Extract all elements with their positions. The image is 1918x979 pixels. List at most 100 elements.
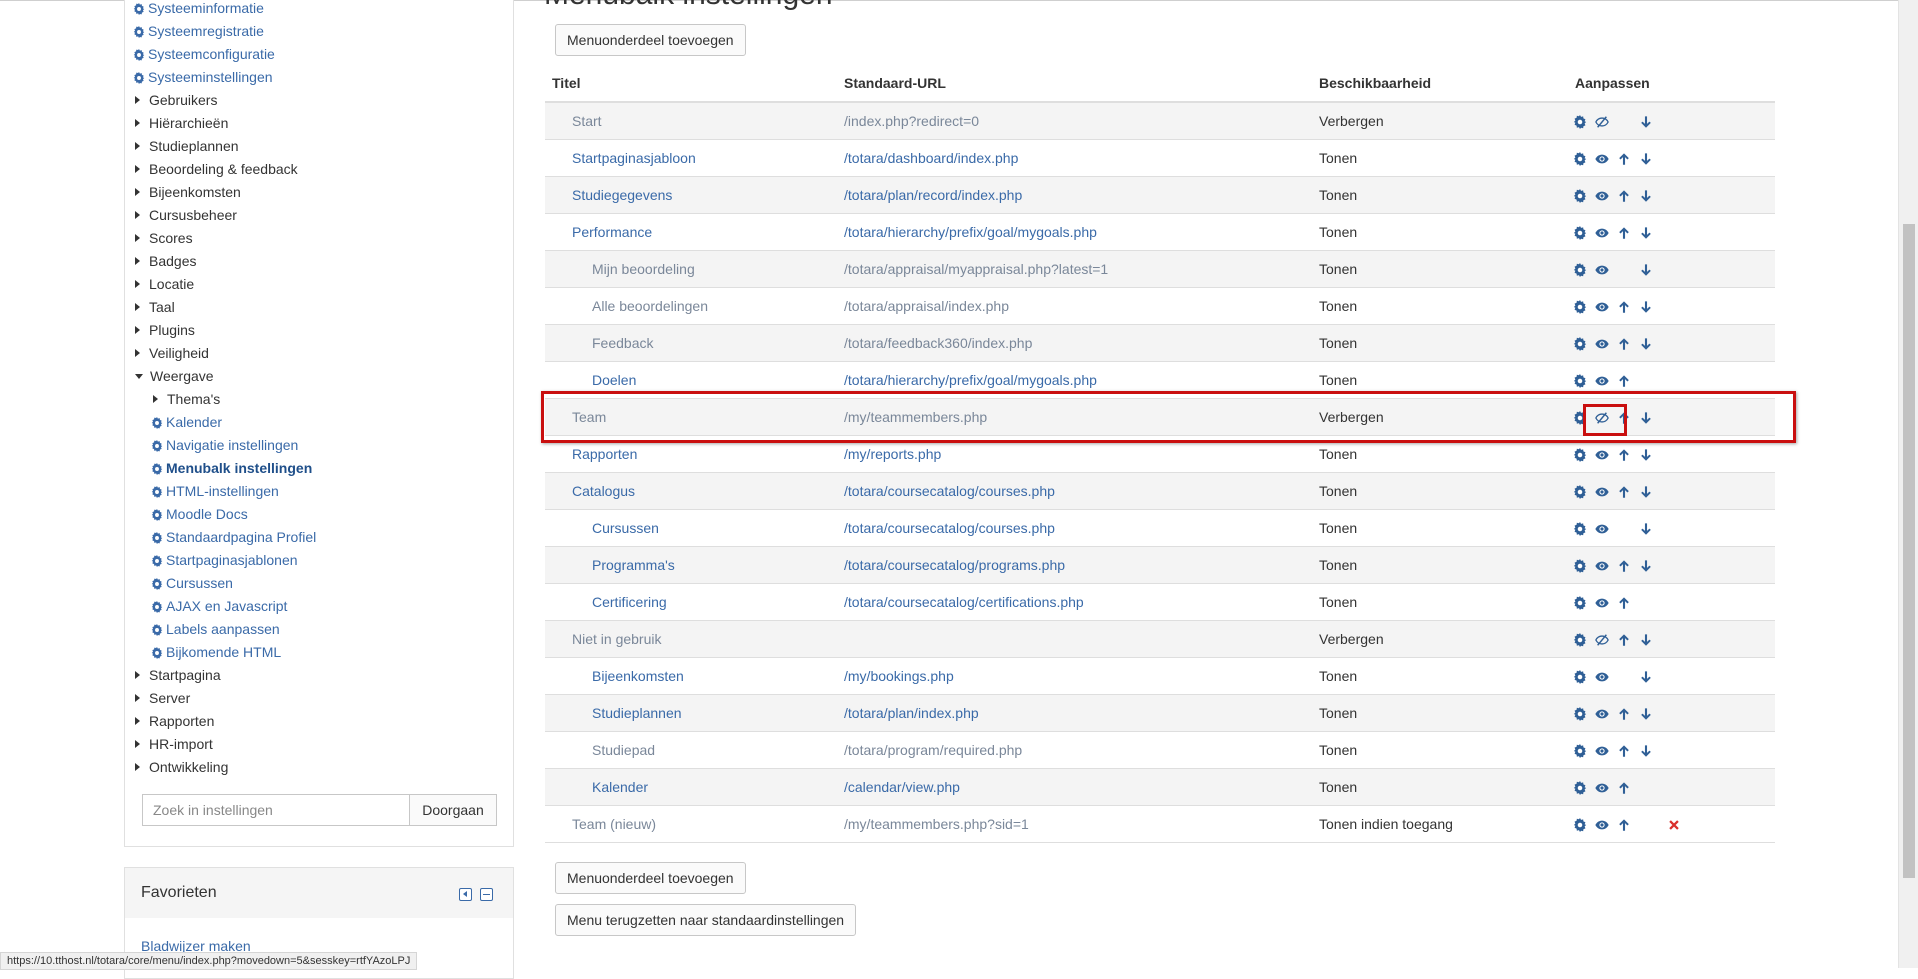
eye-icon[interactable] — [1595, 448, 1609, 462]
sidebar-item[interactable]: Labels aanpassen — [151, 618, 280, 640]
arrow-down-icon[interactable] — [1639, 633, 1653, 647]
menu-item-title[interactable]: Start — [572, 103, 602, 139]
arrow-down-icon[interactable] — [1639, 337, 1653, 351]
sidebar-item[interactable]: Taal — [135, 296, 175, 318]
menu-item-url[interactable]: /my/teammembers.php?sid=1 — [844, 806, 1029, 842]
menu-item-url[interactable]: /totara/coursecatalog/programs.php — [844, 547, 1065, 583]
eye-icon[interactable] — [1595, 744, 1609, 758]
menu-item-title[interactable]: Catalogus — [572, 473, 635, 509]
sidebar-item[interactable]: Bijkomende HTML — [151, 641, 281, 663]
menu-item-url[interactable]: /totara/coursecatalog/certifications.php — [844, 584, 1084, 620]
menu-item-title[interactable]: Programma's — [592, 547, 675, 583]
reset-menu-button[interactable]: Menu terugzetten naar standaardinstellin… — [555, 904, 857, 936]
arrow-up-icon[interactable] — [1617, 559, 1631, 573]
arrow-up-icon[interactable] — [1617, 374, 1631, 388]
menu-item-title[interactable]: Studiepad — [592, 732, 655, 768]
sidebar-item[interactable]: Systeeminstellingen — [133, 66, 273, 88]
menu-item-url[interactable]: /totara/appraisal/myappraisal.php?latest… — [844, 251, 1108, 287]
menu-item-title[interactable]: Kalender — [592, 769, 648, 805]
eye-icon[interactable] — [1595, 189, 1609, 203]
eye-icon[interactable] — [1595, 781, 1609, 795]
gear-icon[interactable] — [1573, 781, 1587, 795]
eye-icon[interactable] — [1595, 337, 1609, 351]
sidebar-item[interactable]: Ontwikkeling — [135, 756, 228, 778]
scrollbar-thumb[interactable] — [1903, 224, 1915, 878]
dock-icon[interactable] — [458, 888, 472, 901]
arrow-down-icon[interactable] — [1639, 152, 1653, 166]
menu-item-title[interactable]: Team (nieuw) — [572, 806, 656, 842]
gear-icon[interactable] — [1573, 152, 1587, 166]
gear-icon[interactable] — [1573, 374, 1587, 388]
arrow-up-icon[interactable] — [1617, 744, 1631, 758]
menu-item-url[interactable]: /totara/plan/index.php — [844, 695, 979, 731]
menu-item-title[interactable]: Mijn beoordeling — [592, 251, 695, 287]
sidebar-item[interactable]: Gebruikers — [135, 89, 217, 111]
sidebar-item[interactable]: Studieplannen — [135, 135, 239, 157]
collapse-icon[interactable] — [480, 888, 493, 901]
sidebar-item[interactable]: Kalender — [151, 411, 222, 433]
menu-item-title[interactable]: Feedback — [592, 325, 653, 361]
gear-icon[interactable] — [1573, 485, 1587, 499]
arrow-down-icon[interactable] — [1639, 300, 1653, 314]
sidebar-item[interactable]: Badges — [135, 250, 196, 272]
eye-icon[interactable] — [1595, 670, 1609, 684]
arrow-up-icon[interactable] — [1617, 818, 1631, 832]
gear-icon[interactable] — [1573, 115, 1587, 129]
settings-search-button[interactable]: Doorgaan — [410, 794, 497, 826]
sidebar-item[interactable]: Standaardpagina Profiel — [151, 526, 316, 548]
eye-icon[interactable] — [1595, 596, 1609, 610]
sidebar-item[interactable]: HTML-instellingen — [151, 480, 279, 502]
menu-item-title[interactable]: Cursussen — [592, 510, 659, 546]
sidebar-item[interactable]: Moodle Docs — [151, 503, 248, 525]
gear-icon[interactable] — [1573, 818, 1587, 832]
arrow-up-icon[interactable] — [1617, 226, 1631, 240]
arrow-up-icon[interactable] — [1617, 300, 1631, 314]
gear-icon[interactable] — [1573, 633, 1587, 647]
menu-item-title[interactable]: Bijeenkomsten — [592, 658, 684, 694]
arrow-down-icon[interactable] — [1639, 744, 1653, 758]
eye-icon[interactable] — [1595, 300, 1609, 314]
gear-icon[interactable] — [1573, 522, 1587, 536]
eye-icon[interactable] — [1595, 707, 1609, 721]
arrow-up-icon[interactable] — [1617, 189, 1631, 203]
eye-icon[interactable] — [1595, 263, 1609, 277]
arrow-down-icon[interactable] — [1639, 522, 1653, 536]
arrow-up-icon[interactable] — [1617, 781, 1631, 795]
arrow-up-icon[interactable] — [1617, 707, 1631, 721]
menu-item-url[interactable]: /totara/plan/record/index.php — [844, 177, 1022, 213]
sidebar-item[interactable]: Weergave — [135, 365, 214, 387]
arrow-up-icon[interactable] — [1617, 152, 1631, 166]
menu-item-url[interactable]: /totara/feedback360/index.php — [844, 325, 1032, 361]
sidebar-item[interactable]: Cursusbeheer — [135, 204, 237, 226]
menu-item-url[interactable]: /totara/program/required.php — [844, 732, 1022, 768]
sidebar-item[interactable]: Systeemregistratie — [133, 20, 264, 42]
settings-search-input[interactable] — [142, 794, 410, 826]
eye-icon[interactable] — [1595, 818, 1609, 832]
sidebar-item[interactable]: AJAX en Javascript — [151, 595, 287, 617]
eye-icon[interactable] — [1595, 485, 1609, 499]
eye-icon[interactable] — [1595, 152, 1609, 166]
menu-item-title[interactable]: Niet in gebruik — [572, 621, 662, 657]
eye-icon[interactable] — [1595, 559, 1609, 573]
gear-icon[interactable] — [1573, 670, 1587, 684]
menu-item-title[interactable]: Startpaginasjabloon — [572, 140, 696, 176]
arrow-up-icon[interactable] — [1617, 596, 1631, 610]
sidebar-item[interactable]: Systeemconfiguratie — [133, 43, 275, 65]
sidebar-item[interactable]: HR-import — [135, 733, 213, 755]
add-menu-item-button-top[interactable]: Menuonderdeel toevoegen — [555, 24, 746, 56]
arrow-down-icon[interactable] — [1639, 559, 1653, 573]
gear-icon[interactable] — [1573, 189, 1587, 203]
arrow-down-icon[interactable] — [1639, 226, 1653, 240]
sidebar-item[interactable]: Cursussen — [151, 572, 233, 594]
delete-icon[interactable] — [1667, 818, 1681, 832]
eye-slash-icon[interactable] — [1595, 115, 1609, 129]
menu-item-title[interactable]: Studiegegevens — [572, 177, 672, 213]
gear-icon[interactable] — [1573, 707, 1587, 721]
arrow-up-icon[interactable] — [1617, 633, 1631, 647]
gear-icon[interactable] — [1573, 596, 1587, 610]
menu-item-title[interactable]: Alle beoordelingen — [592, 288, 708, 324]
arrow-down-icon[interactable] — [1639, 485, 1653, 499]
sidebar-item[interactable]: Rapporten — [135, 710, 214, 732]
menu-item-title[interactable]: Performance — [572, 214, 652, 250]
arrow-up-icon[interactable] — [1617, 485, 1631, 499]
